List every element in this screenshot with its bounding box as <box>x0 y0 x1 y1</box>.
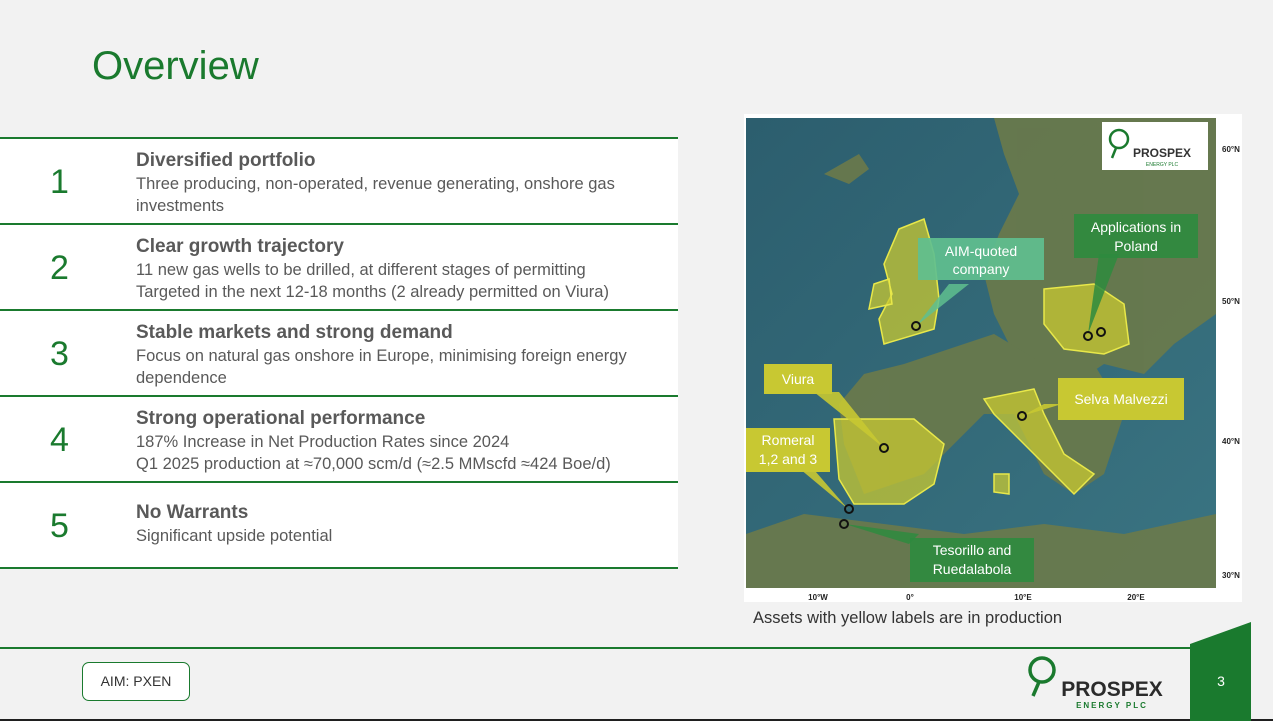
europe-map: AIM-quoted company Applications in Polan… <box>744 114 1242 602</box>
item-heading: Diversified portfolio <box>136 150 316 171</box>
page-title: Overview <box>92 44 259 88</box>
lat-tick: 60°N <box>1222 145 1240 154</box>
item-number: 1 <box>50 163 69 201</box>
item-description-line: 187% Increase in Net Production Rates si… <box>136 433 510 451</box>
map-logo-sub: ENERGY PLC <box>1146 162 1179 168</box>
item-heading: No Warrants <box>136 502 249 523</box>
item-description-line: Focus on natural gas onshore in Europe, … <box>136 347 627 365</box>
list-item: 1 Diversified portfolio Three producing,… <box>0 139 678 225</box>
item-description-line: Significant upside potential <box>136 527 333 545</box>
item-number: 3 <box>50 335 69 373</box>
logo-sub: ENERGY PLC <box>1076 701 1148 710</box>
map-logo-name: PROSPEX <box>1133 146 1191 160</box>
item-number: 4 <box>50 421 69 459</box>
label-viura: Viura <box>782 371 815 387</box>
label-aim-line2: company <box>953 261 1010 277</box>
label-poland-line1: Applications in <box>1091 219 1181 235</box>
map-caption: Assets with yellow labels are in product… <box>753 609 1063 627</box>
item-description-line: Q1 2025 production at ≈70,000 scm/d (≈2.… <box>136 455 611 473</box>
lon-tick: 10°W <box>808 593 828 602</box>
lat-tick: 30°N <box>1222 571 1240 580</box>
label-romeral-line2: 1,2 and 3 <box>759 451 818 467</box>
item-description-line: 11 new gas wells to be drilled, at diffe… <box>136 261 586 279</box>
list-item: 2 Clear growth trajectory 11 new gas wel… <box>0 225 678 311</box>
item-heading: Strong operational performance <box>136 408 426 429</box>
logo-name: PROSPEX <box>1061 678 1163 701</box>
item-number: 2 <box>50 249 69 287</box>
item-description-line: Targeted in the next 12-18 months (2 alr… <box>136 283 609 301</box>
lat-tick: 50°N <box>1222 297 1240 306</box>
label-romeral-line1: Romeral <box>762 432 815 448</box>
label-tesorillo-line2: Ruedalabola <box>933 561 1012 577</box>
logo-mark-icon <box>1028 656 1056 684</box>
item-heading: Clear growth trajectory <box>136 236 344 257</box>
list-item: 4 Strong operational performance 187% In… <box>0 397 678 483</box>
item-description-line: dependence <box>136 369 227 387</box>
label-tesorillo-line1: Tesorillo and <box>933 542 1012 558</box>
lon-tick: 20°E <box>1127 593 1145 602</box>
lon-tick: 0° <box>906 593 914 602</box>
overview-list: 1 Diversified portfolio Three producing,… <box>0 137 678 569</box>
page-number-tab <box>1190 622 1251 721</box>
map-logo: PROSPEX ENERGY PLC <box>1102 122 1208 170</box>
label-selva: Selva Malvezzi <box>1074 391 1167 407</box>
lon-tick: 10°E <box>1014 593 1032 602</box>
footer-divider <box>0 647 1190 649</box>
ticker-badge: AIM: PXEN <box>82 662 190 701</box>
lat-tick: 40°N <box>1222 437 1240 446</box>
company-logo: PROSPEX ENERGY PLC <box>1022 652 1182 714</box>
item-number: 5 <box>50 507 69 545</box>
label-aim-line1: AIM-quoted <box>945 243 1017 259</box>
item-description-line: Three producing, non-operated, revenue g… <box>136 175 615 193</box>
label-poland-line2: Poland <box>1114 238 1158 254</box>
list-item: 5 No Warrants Significant upside potenti… <box>0 483 678 569</box>
item-heading: Stable markets and strong demand <box>136 322 453 343</box>
item-description-line: investments <box>136 197 225 215</box>
page-number: 3 <box>1217 673 1225 689</box>
list-item: 3 Stable markets and strong demand Focus… <box>0 311 678 397</box>
